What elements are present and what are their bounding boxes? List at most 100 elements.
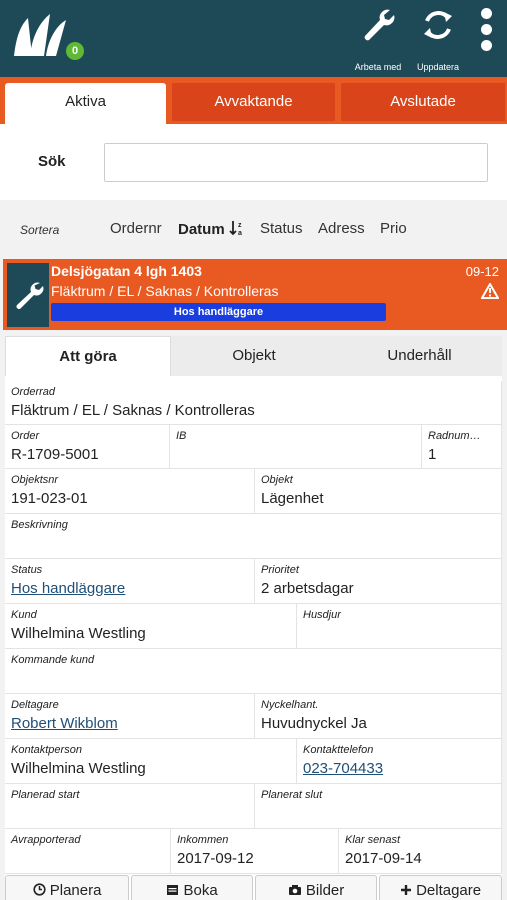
field-label: Radnum… xyxy=(428,430,481,442)
field-label: Klar senast xyxy=(345,834,401,846)
field-order: Order R-1709-5001 xyxy=(5,425,170,469)
svg-text:z: z xyxy=(238,222,242,229)
order-detail-panel: Att göra Objekt Underhåll Orderrad Fläkt… xyxy=(5,336,502,900)
status-link[interactable]: Hos handläggare xyxy=(11,580,125,597)
sort-bar: Sortera Ordernr Datum z a Status Adress … xyxy=(0,200,507,255)
field-inkommen: Inkommen 2017-09-12 xyxy=(171,829,339,874)
plus-icon xyxy=(400,885,411,895)
field-klar-senast: Klar senast 2017-09-14 xyxy=(339,829,502,874)
order-address: Delsjögatan 4 lgh 1403 xyxy=(51,263,202,279)
field-planerad-start: Planerad start xyxy=(5,784,255,829)
sort-prio[interactable]: Prio xyxy=(380,220,407,237)
field-label: Prioritet xyxy=(261,564,299,576)
field-label: Planerat slut xyxy=(261,789,323,801)
field-label: IB xyxy=(176,430,187,442)
notification-badge: 0 xyxy=(66,42,84,60)
field-label: Husdjur xyxy=(303,609,341,621)
work-with-label: Arbeta med xyxy=(354,62,402,72)
field-value: 1 xyxy=(428,446,437,463)
tab-avslutade[interactable]: Avslutade xyxy=(341,83,505,121)
order-card[interactable]: Delsjögatan 4 lgh 1403 09-12 Fläktrum / … xyxy=(3,259,507,330)
menu-icon[interactable] xyxy=(474,8,498,58)
tab-att-gora[interactable]: Att göra xyxy=(5,336,171,376)
field-label: Avrapporterad xyxy=(11,834,81,846)
field-prioritet: Prioritet 2 arbetsdagar xyxy=(255,559,502,604)
field-kontakttelefon: Kontakttelefon 023-704433 xyxy=(297,739,502,784)
search-input[interactable] xyxy=(104,143,488,182)
field-label: Status xyxy=(11,564,43,576)
field-label: Nyckelhant. xyxy=(261,699,319,711)
field-status: Status Hos handläggare xyxy=(5,559,255,604)
wrench-icon xyxy=(16,282,44,309)
field-label: Deltagare xyxy=(11,699,59,711)
order-date: 09-12 xyxy=(465,264,499,279)
sort-adress[interactable]: Adress xyxy=(318,220,365,237)
field-label: Beskrivning xyxy=(11,519,68,531)
field-avrapporterad: Avrapporterad xyxy=(5,829,171,874)
field-value: Wilhelmina Westling xyxy=(11,760,146,777)
field-label: Kund xyxy=(11,609,37,621)
field-value: 2017-09-12 xyxy=(177,850,254,867)
boka-button[interactable]: Boka xyxy=(131,875,253,900)
order-description: Fläktrum / EL / Saknas / Kontrolleras xyxy=(51,283,279,299)
deltagare-label: Deltagare xyxy=(416,882,482,899)
field-beskrivning: Beskrivning xyxy=(5,514,502,559)
action-buttons: Planera Boka Bilder Deltagare xyxy=(5,875,502,900)
tab-underhall[interactable]: Underhåll xyxy=(337,336,502,376)
field-ib: IB xyxy=(170,425,422,469)
sort-ordernr[interactable]: Ordernr xyxy=(110,220,162,237)
field-planerat-slut: Planerat slut xyxy=(255,784,502,829)
planera-button[interactable]: Planera xyxy=(5,875,129,900)
calendar-icon xyxy=(167,885,179,895)
clock-icon xyxy=(32,883,46,896)
bilder-button[interactable]: Bilder xyxy=(255,875,377,900)
field-deltagare: Deltagare Robert Wikblom xyxy=(5,694,255,739)
field-value: 2 arbetsdagar xyxy=(261,580,354,597)
sort-datum-label: Datum xyxy=(178,221,225,238)
field-husdjur: Husdjur xyxy=(297,604,502,649)
field-kontaktperson: Kontaktperson Wilhelmina Westling xyxy=(5,739,297,784)
sort-label: Sortera xyxy=(20,223,60,237)
field-orderrad: Orderrad Fläktrum / EL / Saknas / Kontro… xyxy=(5,381,502,425)
field-kund: Kund Wilhelmina Westling xyxy=(5,604,297,649)
tab-avvaktande[interactable]: Avvaktande xyxy=(172,83,335,121)
tab-aktiva[interactable]: Aktiva xyxy=(5,83,166,124)
detail-tabs: Att göra Objekt Underhåll xyxy=(5,336,502,376)
sort-ascending-icon: z a xyxy=(229,221,242,237)
warning-icon xyxy=(481,283,499,299)
field-value: R-1709-5001 xyxy=(11,446,99,463)
field-nyckelhant: Nyckelhant. Huvudnyckel Ja xyxy=(255,694,502,739)
camera-icon xyxy=(288,885,301,895)
search-area: Sök xyxy=(0,124,507,200)
app-header: 0 Arbeta med Uppdatera xyxy=(0,0,507,77)
search-label: Sök xyxy=(38,153,66,170)
wrench-icon xyxy=(364,9,395,41)
field-label: Kommande kund xyxy=(11,654,95,666)
work-with-button[interactable]: Arbeta med xyxy=(350,6,406,74)
field-value: Wilhelmina Westling xyxy=(11,625,146,642)
field-label: Objektsnr xyxy=(11,474,59,486)
field-value: 2017-09-14 xyxy=(345,850,422,867)
tab-objekt[interactable]: Objekt xyxy=(171,336,337,376)
field-value: 191-023-01 xyxy=(11,490,88,507)
deltagare-link[interactable]: Robert Wikblom xyxy=(11,715,118,732)
logo-icon xyxy=(14,14,66,56)
sort-status[interactable]: Status xyxy=(260,220,303,237)
field-value: Lägenhet xyxy=(261,490,324,507)
add-deltagare-button[interactable]: Deltagare xyxy=(379,875,502,900)
field-objektsnr: Objektsnr 191-023-01 xyxy=(5,469,255,514)
field-objekt: Objekt Lägenhet xyxy=(255,469,502,514)
boka-label: Boka xyxy=(183,882,218,899)
order-status-badge: Hos handläggare xyxy=(51,303,386,321)
phone-link[interactable]: 023-704433 xyxy=(303,760,383,777)
order-type-icon-box xyxy=(7,263,49,327)
field-label: Inkommen xyxy=(177,834,229,846)
field-value: Huvudnyckel Ja xyxy=(261,715,367,732)
field-label: Orderrad xyxy=(11,386,56,398)
field-label: Kontakttelefon xyxy=(303,744,374,756)
sort-datum[interactable]: Datum z a xyxy=(178,220,245,238)
refresh-icon xyxy=(424,11,452,39)
refresh-button[interactable]: Uppdatera xyxy=(412,6,464,74)
field-label: Objekt xyxy=(261,474,293,486)
field-radnummer: Radnum… 1 xyxy=(422,425,502,469)
